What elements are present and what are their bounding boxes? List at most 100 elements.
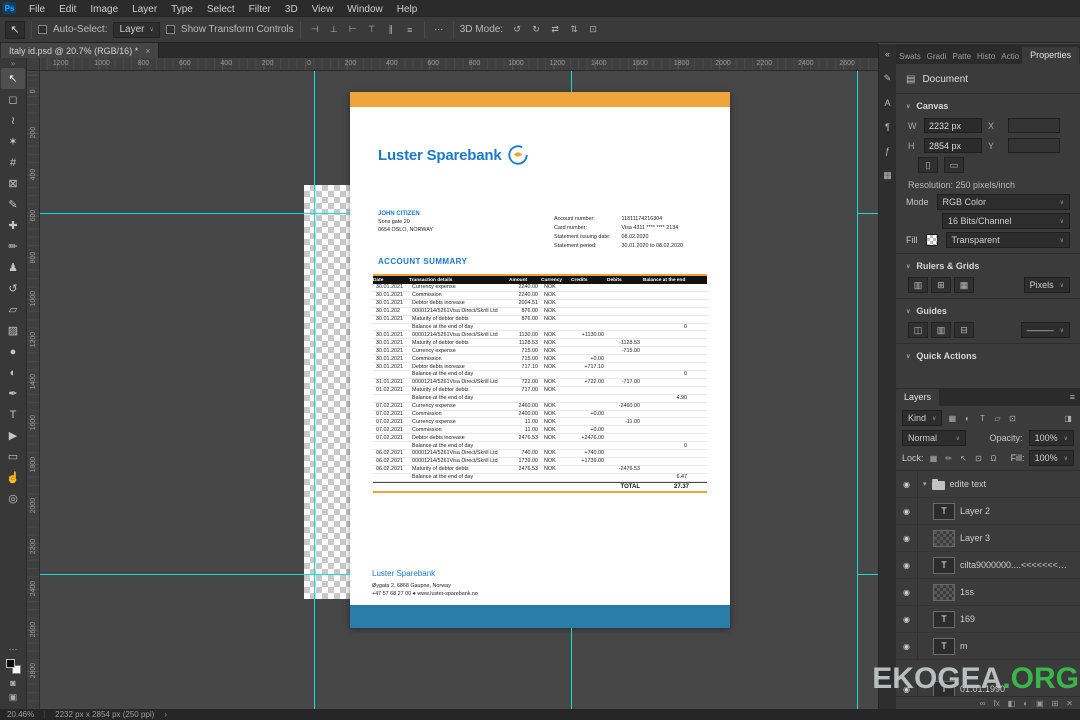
- expand-tools-icon[interactable]: »: [11, 59, 15, 68]
- panel-tab[interactable]: Histo: [974, 50, 998, 64]
- guide-layout-icon[interactable]: ▥: [931, 322, 951, 338]
- distribute-h-icon[interactable]: ≡: [402, 22, 418, 37]
- panel-tab[interactable]: Patte: [949, 50, 974, 64]
- lock-pixels-icon[interactable]: ✏: [943, 454, 955, 463]
- type-tool[interactable]: T: [1, 404, 25, 425]
- shape-tool[interactable]: ▭: [1, 446, 25, 467]
- align-center-h-icon[interactable]: ⊥: [326, 22, 342, 37]
- tab-properties[interactable]: Properties: [1022, 47, 1080, 64]
- visibility-cell[interactable]: ◉: [896, 633, 918, 659]
- align-right-icon[interactable]: ⊢: [345, 22, 361, 37]
- layer-row[interactable]: ◉ ▾ T m: [896, 633, 1080, 660]
- screen-mode-icon[interactable]: ▣: [9, 692, 18, 703]
- filter-adjustment-layers-icon[interactable]: ◐: [961, 414, 973, 423]
- guide-horizontal-bottom-right[interactable]: [857, 574, 878, 575]
- panel-tab[interactable]: Swats: [896, 50, 924, 64]
- snap-toggle-icon[interactable]: ▦: [954, 277, 974, 293]
- horizontal-ruler[interactable]: 1200 1000 800 600 400 200 0 200 400 600 800 1000 120…: [40, 58, 878, 71]
- panel-tab[interactable]: Gradi: [924, 50, 950, 64]
- hand-tool[interactable]: ☝: [1, 467, 25, 488]
- roll-3d-icon[interactable]: ↻: [528, 22, 544, 37]
- move-tool[interactable]: ↖: [1, 68, 25, 89]
- menu-item[interactable]: Window: [340, 4, 390, 15]
- quick-mask-icon[interactable]: ◙: [10, 678, 15, 688]
- auto-select-checkbox[interactable]: [38, 25, 47, 34]
- layer-row[interactable]: ◉ ▾ T 169: [896, 606, 1080, 633]
- canvas-area[interactable]: Luster Sparebank JOHN CITIZEN Sons gate …: [40, 71, 878, 709]
- quick-selection-tool[interactable]: ✶: [1, 131, 25, 152]
- guide-style-dropdown[interactable]: ——— ∨: [1020, 322, 1070, 338]
- dodge-tool[interactable]: ◐: [1, 362, 25, 383]
- character-panel-icon[interactable]: A: [884, 98, 890, 108]
- quick-actions-section-header[interactable]: ∨ Quick Actions: [906, 349, 1070, 363]
- pan-3d-icon[interactable]: ⇄: [547, 22, 563, 37]
- path-selection-tool[interactable]: ▶: [1, 425, 25, 446]
- width-input[interactable]: 2232 px: [924, 118, 982, 133]
- lock-all-icon[interactable]: Ω: [988, 454, 1000, 463]
- rulers-grids-section-header[interactable]: ∨ Rulers & Grids: [906, 259, 1070, 273]
- layer-effects-icon[interactable]: fx: [993, 699, 999, 708]
- adjustment-layer-icon[interactable]: ◐: [1023, 699, 1028, 708]
- opacity-dropdown[interactable]: 100% ∨: [1028, 430, 1074, 446]
- menu-item[interactable]: Select: [200, 4, 242, 15]
- layers-panel-menu-icon[interactable]: ≡: [1065, 389, 1080, 406]
- show-transform-checkbox[interactable]: [165, 25, 175, 34]
- eraser-tool[interactable]: ▱: [1, 299, 25, 320]
- guide-vertical-right[interactable]: [857, 71, 858, 709]
- healing-brush-tool[interactable]: ✚: [1, 215, 25, 236]
- menu-item[interactable]: Image: [83, 4, 125, 15]
- align-top-icon[interactable]: ⊤: [364, 22, 380, 37]
- menu-item[interactable]: File: [22, 4, 52, 15]
- scale-3d-icon[interactable]: ⊡: [585, 22, 601, 37]
- link-layers-icon[interactable]: ∞: [980, 699, 986, 708]
- auto-select-target-dropdown[interactable]: Layer ∨: [113, 21, 160, 38]
- collapse-panels-icon[interactable]: «: [885, 49, 890, 59]
- new-layer-icon[interactable]: ⊞: [1052, 699, 1059, 708]
- layer-group-icon[interactable]: ▣: [1036, 699, 1044, 708]
- visibility-cell[interactable]: ◉: [896, 525, 918, 551]
- portrait-orientation-icon[interactable]: ▯: [918, 157, 938, 173]
- filter-pixel-layers-icon[interactable]: ▦: [946, 414, 958, 423]
- guide-vertical-center-top[interactable]: [571, 71, 572, 92]
- filter-type-layers-icon[interactable]: T: [976, 414, 988, 423]
- orbit-3d-icon[interactable]: ↺: [509, 22, 525, 37]
- lock-transparent-icon[interactable]: ▦: [928, 454, 940, 463]
- menu-item[interactable]: View: [305, 4, 341, 15]
- menu-item[interactable]: Help: [390, 4, 425, 15]
- layer-row[interactable]: ◉ ▾ T Layer 3: [896, 525, 1080, 552]
- lock-artboard-icon[interactable]: ⊡: [973, 454, 985, 463]
- pen-tool[interactable]: ✒: [1, 383, 25, 404]
- filter-toggle-icon[interactable]: ◨: [1062, 414, 1074, 423]
- filter-kind-dropdown[interactable]: Kind ∨: [902, 410, 943, 426]
- libraries-panel-icon[interactable]: ▦: [883, 170, 892, 181]
- align-left-icon[interactable]: ⊣: [307, 22, 323, 37]
- slide-3d-icon[interactable]: ⇅: [566, 22, 582, 37]
- menu-item[interactable]: Edit: [52, 4, 83, 15]
- lasso-tool[interactable]: ≀: [1, 110, 25, 131]
- layer-row[interactable]: ◉ ▾ T cilta9000000....<<<<<<<<0 id...: [896, 552, 1080, 579]
- filter-smart-objects-icon[interactable]: ⊡: [1006, 414, 1018, 423]
- menu-item[interactable]: Layer: [125, 4, 164, 15]
- units-dropdown[interactable]: Pixels ∨: [1023, 277, 1070, 293]
- menu-item[interactable]: Filter: [242, 4, 278, 15]
- guide-horizontal-top-left[interactable]: [40, 213, 350, 214]
- brush-tool[interactable]: ✏: [1, 236, 25, 257]
- marquee-tool[interactable]: ◻: [1, 89, 25, 110]
- paragraph-panel-icon[interactable]: ¶: [885, 122, 890, 132]
- eyedropper-tool[interactable]: ✎: [1, 194, 25, 215]
- current-tool-icon[interactable]: ↖: [5, 20, 25, 39]
- filter-shape-layers-icon[interactable]: ▱: [991, 414, 1003, 423]
- vertical-ruler[interactable]: 0 200 400 600 800 1000 1200 1400 1600 1800 2000 220…: [27, 71, 40, 709]
- visibility-cell[interactable]: ◉: [896, 579, 918, 605]
- clone-stamp-tool[interactable]: ♟: [1, 257, 25, 278]
- guide-horizontal-bottom-left[interactable]: [40, 574, 350, 575]
- delete-layer-icon[interactable]: ✕: [1066, 699, 1073, 708]
- layer-fill-dropdown[interactable]: 100% ∨: [1028, 450, 1074, 466]
- bit-depth-dropdown[interactable]: 16 Bits/Channel ∨: [942, 213, 1070, 229]
- brush-settings-panel-icon[interactable]: ✎: [884, 73, 892, 84]
- menu-item[interactable]: Type: [164, 4, 200, 15]
- lock-position-icon[interactable]: ↖: [958, 454, 970, 463]
- menu-item[interactable]: 3D: [278, 4, 305, 15]
- layer-row[interactable]: ◉ ▾ T Layer 2: [896, 498, 1080, 525]
- foreground-color-swatch[interactable]: [5, 659, 15, 668]
